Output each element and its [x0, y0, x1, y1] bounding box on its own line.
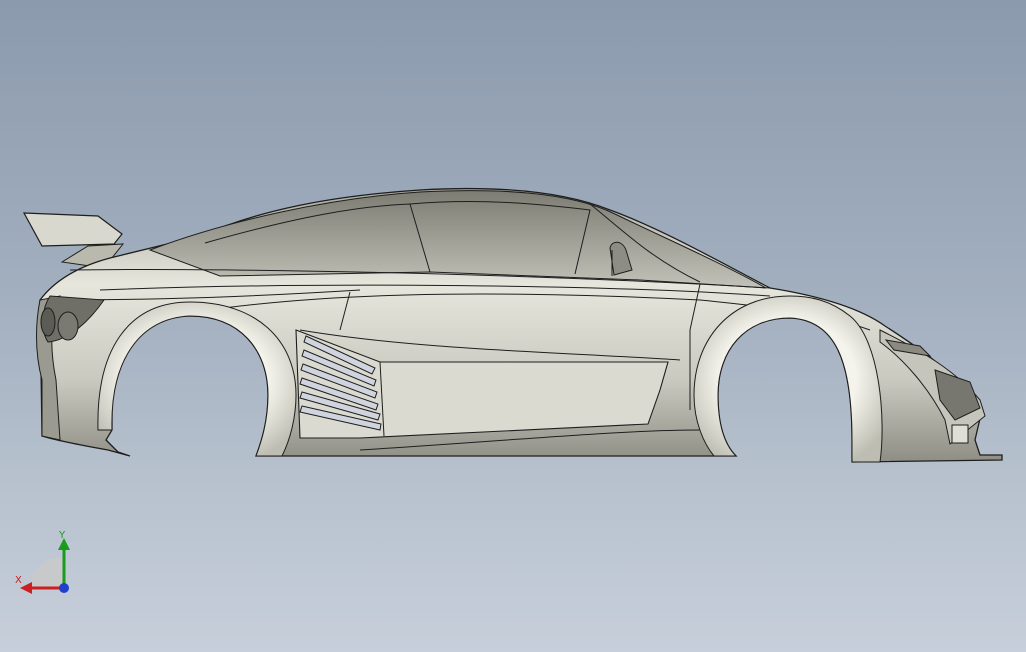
- coordinate-triad: Y X: [10, 528, 80, 600]
- triad-graphic: [20, 538, 70, 594]
- z-axis-dot: [59, 583, 69, 593]
- car-body-model[interactable]: [0, 0, 1026, 652]
- triad-y-label: Y: [59, 530, 66, 541]
- graphics-viewport[interactable]: Y X: [0, 0, 1026, 652]
- triad-x-label: X: [15, 575, 22, 586]
